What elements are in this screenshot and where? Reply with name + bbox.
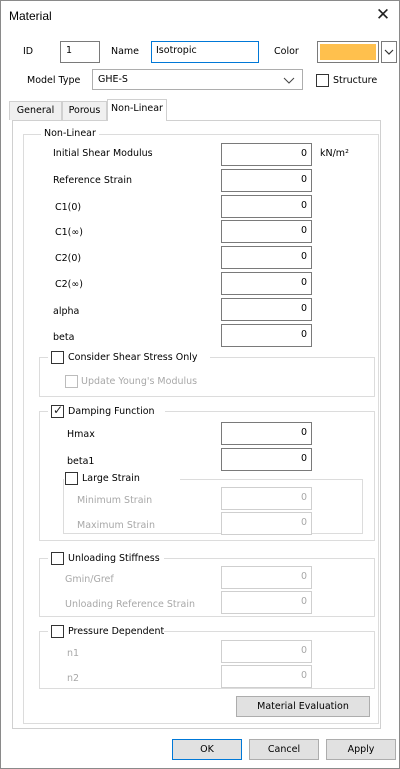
minimum-strain-label: Minimum Strain: [77, 495, 153, 506]
unloading-ref-strain-label: Unloading Reference Strain: [65, 599, 195, 610]
structure-checkbox[interactable]: [316, 74, 329, 87]
minimum-strain-input[interactable]: 0: [221, 487, 312, 510]
n2-input[interactable]: 0: [221, 665, 312, 688]
material-dialog: Material ✕ ID 1 Name Isotropic Color Mod…: [0, 0, 400, 769]
n1-input[interactable]: 0: [221, 640, 312, 663]
beta-input[interactable]: 0: [221, 324, 312, 347]
n1-value: 0: [300, 645, 307, 656]
name-field[interactable]: Isotropic: [151, 41, 259, 63]
id-label: ID: [23, 46, 34, 57]
color-picker[interactable]: [317, 41, 379, 63]
maximum-strain-input[interactable]: 0: [221, 512, 312, 535]
window-title: Material: [9, 9, 52, 23]
structure-label: Structure: [333, 75, 378, 86]
cancel-button[interactable]: Cancel: [249, 739, 319, 760]
id-field[interactable]: 1: [60, 41, 100, 63]
damping-checkbox[interactable]: ✓: [51, 403, 64, 418]
hmax-value: 0: [300, 427, 307, 438]
field-label-initial-shear-modulus: Initial Shear Modulus: [53, 148, 153, 159]
field-label-alpha: alpha: [53, 306, 80, 317]
reference-strain-value: 0: [300, 174, 307, 185]
title-bar: Material ✕: [1, 1, 399, 31]
alpha-input[interactable]: 0: [221, 298, 312, 321]
field-label-beta: beta: [53, 332, 75, 343]
non-linear-group-title: Non-Linear: [41, 128, 99, 139]
shear-stress-checkbox[interactable]: [51, 351, 64, 364]
n2-label: n2: [67, 673, 80, 684]
chevron-down-icon: [384, 49, 394, 55]
color-label: Color: [274, 46, 299, 57]
reference-strain-input[interactable]: 0: [221, 169, 312, 192]
large-strain-checkbox[interactable]: [65, 472, 78, 485]
minimum-strain-value: 0: [300, 492, 307, 503]
name-value: Isotropic: [156, 45, 197, 56]
gmin-gref-input[interactable]: 0: [221, 566, 312, 589]
c2-0-input[interactable]: 0: [221, 246, 312, 269]
tab-general[interactable]: General: [9, 101, 62, 120]
n1-label: n1: [67, 648, 80, 659]
damping-label: Damping Function: [68, 406, 155, 417]
name-label: Name: [111, 46, 140, 57]
unloading-checkbox[interactable]: [51, 552, 64, 565]
tab-porous-label: Porous: [68, 105, 101, 116]
maximum-strain-label: Maximum Strain: [77, 520, 155, 531]
unloading-ref-strain-input[interactable]: 0: [221, 591, 312, 614]
maximum-strain-value: 0: [300, 517, 307, 528]
material-evaluation-button[interactable]: Material Evaluation: [236, 696, 370, 717]
hmax-input[interactable]: 0: [221, 422, 312, 445]
update-youngs-modulus-checkbox[interactable]: [65, 375, 78, 388]
beta1-label: beta1: [67, 456, 95, 467]
c2-inf-input[interactable]: 0: [221, 272, 312, 295]
id-value: 1: [66, 45, 73, 56]
c2-0-value: 0: [300, 251, 307, 262]
chevron-down-icon: [283, 77, 295, 84]
ok-button[interactable]: OK: [172, 739, 242, 760]
unit-label: kN/m²: [320, 148, 349, 159]
tab-porous[interactable]: Porous: [62, 101, 107, 120]
field-label-c1-inf: C1(∞): [55, 227, 84, 238]
beta1-input[interactable]: 0: [221, 448, 312, 471]
c2-inf-value: 0: [300, 277, 307, 288]
pressure-label: Pressure Dependent: [68, 626, 165, 637]
c1-inf-input[interactable]: 0: [221, 220, 312, 243]
initial-shear-modulus-value: 0: [300, 148, 307, 159]
field-label-c2-0: C2(0): [55, 253, 82, 264]
model-type-label: Model Type: [27, 75, 81, 86]
close-icon[interactable]: ✕: [373, 5, 393, 25]
model-type-select[interactable]: GHE-S: [92, 69, 303, 90]
color-swatch: [320, 44, 376, 60]
model-type-value: GHE-S: [98, 74, 128, 85]
c1-0-input[interactable]: 0: [221, 195, 312, 218]
tab-non-linear-label: Non-Linear: [111, 103, 163, 114]
tab-general-label: General: [16, 105, 55, 116]
c1-inf-value: 0: [300, 225, 307, 236]
n2-value: 0: [300, 670, 307, 681]
gmin-gref-value: 0: [300, 571, 307, 582]
field-label-c2-inf: C2(∞): [55, 279, 84, 290]
unloading-label: Unloading Stiffness: [68, 553, 160, 564]
shear-stress-label: Consider Shear Stress Only: [68, 352, 198, 363]
alpha-value: 0: [300, 303, 307, 314]
update-youngs-modulus-label: Update Young's Modulus: [81, 376, 198, 387]
initial-shear-modulus-input[interactable]: 0: [221, 143, 312, 166]
large-strain-label: Large Strain: [82, 473, 140, 484]
unloading-ref-strain-value: 0: [300, 596, 307, 607]
beta1-value: 0: [300, 453, 307, 464]
field-label-reference-strain: Reference Strain: [53, 175, 133, 186]
apply-button[interactable]: Apply: [326, 739, 396, 760]
checkmark-icon: ✓: [53, 403, 64, 417]
color-dropdown-button[interactable]: [381, 41, 397, 63]
c1-0-value: 0: [300, 200, 307, 211]
tab-non-linear[interactable]: Non-Linear: [107, 99, 167, 121]
hmax-label: Hmax: [67, 429, 95, 440]
pressure-group: [39, 631, 375, 689]
pressure-checkbox[interactable]: [51, 625, 64, 638]
beta-value: 0: [300, 329, 307, 340]
field-label-c1-0: C1(0): [55, 202, 82, 213]
gmin-gref-label: Gmin/Gref: [65, 574, 114, 585]
